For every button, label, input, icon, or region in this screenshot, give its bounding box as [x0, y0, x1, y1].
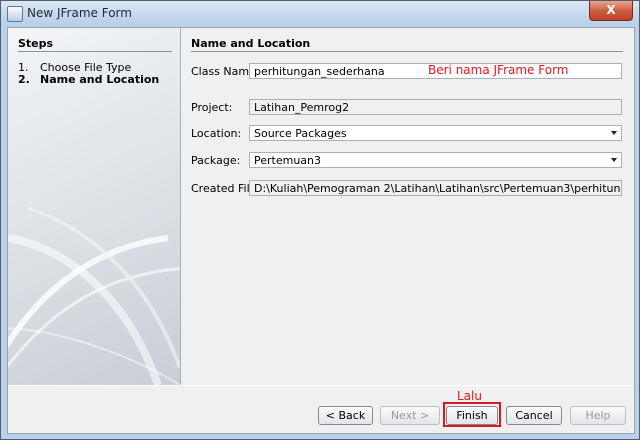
project-value: Latihan_Pemrog2 — [254, 101, 350, 114]
cancel-button[interactable]: Cancel — [506, 406, 562, 425]
steps-title: Steps — [18, 37, 54, 50]
location-dropdown[interactable]: Source Packages — [249, 125, 622, 141]
step-label: Name and Location — [40, 73, 160, 86]
steps-divider — [18, 51, 172, 52]
title-bar[interactable]: New JFrame Form X — [1, 1, 639, 26]
chevron-down-icon[interactable] — [611, 158, 617, 162]
project-field: Latihan_Pemrog2 — [249, 99, 622, 115]
window-title: New JFrame Form — [27, 6, 132, 20]
panel-divider — [191, 51, 623, 52]
class-name-value: perhitungan_sederhana — [254, 65, 385, 78]
location-value: Source Packages — [254, 127, 347, 140]
help-button[interactable]: Help — [570, 406, 626, 425]
next-button[interactable]: Next > — [380, 406, 440, 425]
chevron-down-icon[interactable] — [611, 131, 617, 135]
finish-button[interactable]: Finish — [446, 406, 498, 425]
created-file-field: D:\Kuliah\Pemograman 2\Latihan\Latihan\s… — [249, 180, 622, 196]
footer-divider — [8, 385, 634, 386]
steps-panel: Steps 1. Choose File Type 2. Name and Loca… — [8, 28, 181, 385]
panel-title: Name and Location — [191, 37, 311, 50]
package-label: Package: — [191, 154, 241, 167]
dialog-body: Steps 1. Choose File Type 2. Name and Loca… — [7, 27, 635, 434]
location-label: Location: — [191, 127, 242, 140]
finish-annotation: Lalu — [457, 389, 482, 403]
package-combobox[interactable]: Pertemuan3 — [249, 152, 622, 168]
step-number: 2. — [18, 73, 30, 86]
name-and-location-panel: Name and Location Class Name: perhitunga… — [181, 28, 634, 385]
class-name-field[interactable]: perhitungan_sederhana Beri nama JFrame F… — [249, 63, 622, 79]
back-button[interactable]: < Back — [318, 406, 373, 425]
app-icon — [7, 6, 23, 22]
class-name-annotation: Beri nama JFrame Form — [428, 63, 569, 77]
step-item-name-and-location: 2. Name and Location — [18, 73, 159, 86]
project-label: Project: — [191, 101, 233, 114]
decorative-swoosh — [8, 206, 180, 385]
package-value: Pertemuan3 — [254, 154, 322, 167]
close-icon: X — [606, 3, 616, 17]
dialog-window: New JFrame Form X Steps 1. Choose File Ty… — [0, 0, 640, 440]
created-file-value: D:\Kuliah\Pemograman 2\Latihan\Latihan\s… — [254, 182, 621, 195]
close-button[interactable]: X — [589, 1, 633, 21]
